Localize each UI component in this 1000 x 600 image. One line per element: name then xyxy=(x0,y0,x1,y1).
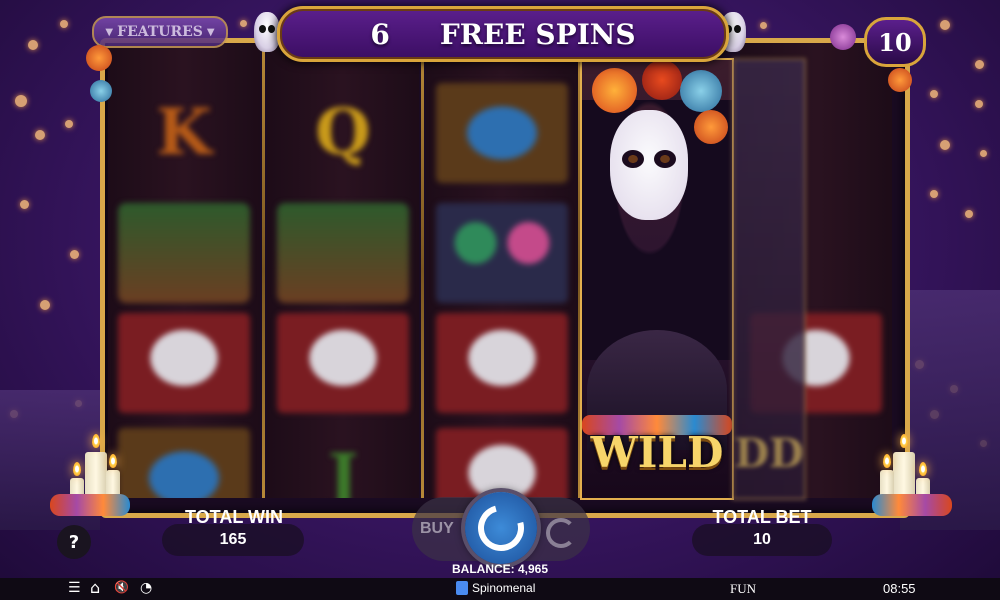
reel-divider xyxy=(262,43,265,498)
catrina-eye xyxy=(622,150,644,168)
symbol-skull xyxy=(277,313,409,413)
symbol-q: Q xyxy=(315,95,371,170)
reel-3 xyxy=(426,43,578,498)
flower-ornament-right xyxy=(888,68,912,92)
flower-ornament-right xyxy=(830,24,856,50)
wild-symbol-blur: DD xyxy=(732,58,806,500)
spins-remaining-counter: 10 xyxy=(864,17,926,67)
flower-ornament-left xyxy=(90,80,112,102)
flower-crown xyxy=(592,68,637,113)
play-mode: FUN xyxy=(730,581,757,596)
wild-symbol-catrina: WILD xyxy=(580,58,734,500)
free-spins-banner: 6 FREE SPINS xyxy=(277,6,729,62)
free-spins-label: FREE SPINS xyxy=(439,17,636,51)
autoplay-icon xyxy=(546,518,576,548)
catrina-face xyxy=(610,110,688,220)
symbol-maracas xyxy=(436,203,568,303)
spin-icon xyxy=(469,496,533,560)
sound-icon[interactable]: 🔇 xyxy=(114,580,129,594)
reel-divider xyxy=(421,43,424,498)
symbol-hand xyxy=(277,203,409,303)
home-icon[interactable]: ⌂ xyxy=(90,578,100,597)
brand-name: Spinomenal xyxy=(472,581,536,595)
reel-1: K xyxy=(108,43,260,498)
symbol-hand xyxy=(118,203,250,303)
spin-button[interactable] xyxy=(465,492,537,564)
features-button[interactable]: ▼ FEATURES ▼ xyxy=(92,16,228,48)
symbol-k: K xyxy=(156,95,212,170)
chevron-down-icon: ▼ xyxy=(206,26,215,38)
free-spins-count: 6 xyxy=(370,17,390,51)
symbol-skull xyxy=(436,313,568,413)
symbol-skull xyxy=(436,428,568,498)
autoplay-button[interactable] xyxy=(541,513,581,553)
features-label: FEATURES xyxy=(117,24,203,40)
flower-crown xyxy=(694,110,728,144)
symbol-rooster xyxy=(436,83,568,183)
balance-display: BALANCE: 4,965 xyxy=(451,562,549,576)
symbol-rooster xyxy=(118,428,250,498)
reel-2: Q J xyxy=(267,43,419,498)
flower-ornament-left xyxy=(86,45,112,71)
symbol-j: J xyxy=(327,440,359,498)
wild-blur-label: DD xyxy=(734,430,804,477)
flower-crown xyxy=(680,70,722,112)
spinomenal-logo-icon xyxy=(456,581,468,595)
help-button[interactable]: ? xyxy=(57,525,91,559)
symbol-skull xyxy=(118,313,250,413)
flower-crown xyxy=(642,60,682,100)
chevron-down-icon: ▼ xyxy=(105,26,114,38)
total-win-value: 165 xyxy=(162,524,304,556)
spins-remaining-value: 10 xyxy=(878,27,912,57)
wild-label: WILD xyxy=(590,428,724,477)
catrina-eye xyxy=(654,150,676,168)
brand-logo: Spinomenal xyxy=(456,581,535,595)
total-bet-value[interactable]: 10 xyxy=(692,524,832,556)
menu-icon[interactable]: ☰ xyxy=(68,580,81,596)
buy-button[interactable]: BUY xyxy=(420,520,454,538)
speed-icon[interactable]: ◔ xyxy=(140,580,152,596)
clock: 08:55 xyxy=(883,581,916,596)
